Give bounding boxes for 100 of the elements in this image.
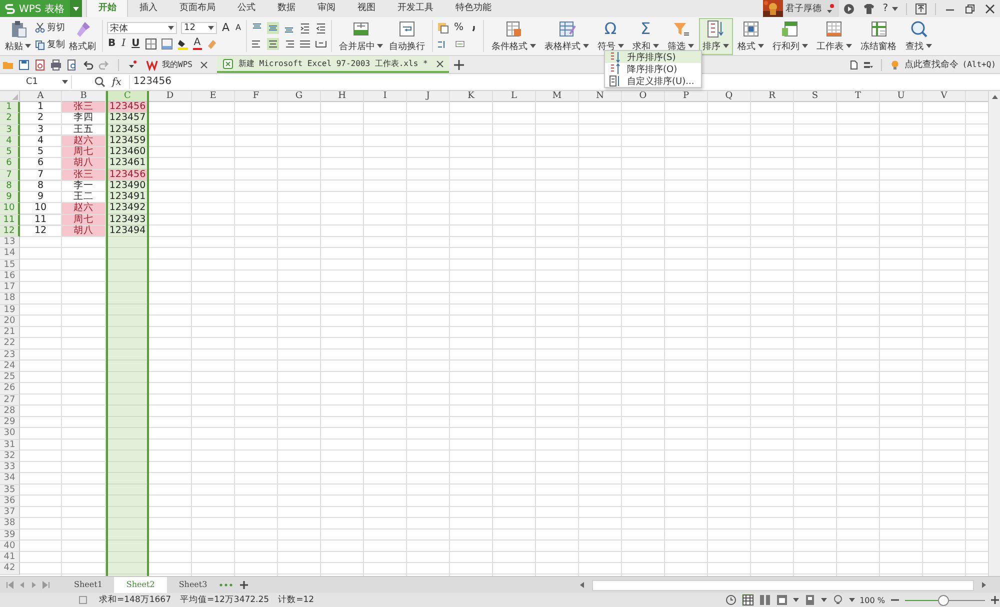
row-header[interactable]: 15: [0, 260, 20, 271]
ribbon-button[interactable]: 工作表: [812, 18, 856, 54]
column-header[interactable]: J: [407, 91, 449, 102]
vertical-scrollbar[interactable]: [988, 91, 1000, 576]
menu-tab[interactable]: 公式: [226, 0, 266, 17]
menu-tab[interactable]: 开发工具: [386, 0, 444, 17]
column-header[interactable]: D: [149, 91, 191, 102]
zoom-icon[interactable]: [94, 76, 106, 88]
paste-button[interactable]: 粘贴: [3, 18, 33, 54]
row-header[interactable]: 19: [0, 304, 20, 316]
menu-item[interactable]: 自定义排序(U)...: [605, 75, 701, 87]
row-header[interactable]: 29: [0, 417, 20, 428]
new-tab-icon[interactable]: [452, 58, 465, 70]
align-icon[interactable]: [267, 38, 280, 50]
row-header[interactable]: 1: [0, 102, 20, 114]
row-header[interactable]: 8: [0, 180, 20, 192]
font-name-select[interactable]: 宋体: [107, 22, 177, 34]
name-box[interactable]: C1: [0, 75, 72, 89]
align-icon[interactable]: [283, 38, 296, 50]
column-header[interactable]: U: [880, 91, 922, 102]
row-header[interactable]: 2: [0, 113, 20, 124]
page-break-icon[interactable]: [758, 594, 771, 606]
column-header[interactable]: V: [923, 91, 965, 102]
page-layout-icon[interactable]: [776, 594, 788, 606]
row-header[interactable]: 16: [0, 270, 20, 282]
row-header[interactable]: 35: [0, 484, 20, 496]
column-header[interactable]: H: [321, 91, 363, 102]
pin-top-icon[interactable]: [915, 2, 927, 14]
font-size-select[interactable]: 12: [181, 22, 217, 34]
menu-tab[interactable]: 数据: [266, 0, 306, 17]
row-header[interactable]: 31: [0, 440, 20, 451]
print-icon[interactable]: [50, 58, 62, 70]
justify-icon[interactable]: [299, 38, 312, 50]
row-header[interactable]: 3: [0, 124, 20, 136]
undo-icon[interactable]: [82, 58, 94, 70]
column-header[interactable]: R: [751, 91, 793, 102]
zoom-slider[interactable]: [905, 594, 985, 606]
decrease-font-button[interactable]: A: [234, 22, 242, 34]
row-header[interactable]: 21: [0, 327, 20, 338]
increase-font-button[interactable]: A: [221, 22, 231, 34]
sheet-tab[interactable]: Sheet2: [114, 577, 167, 593]
row-header[interactable]: 4: [0, 136, 20, 147]
align-icon[interactable]: [267, 22, 280, 34]
cell-fill-icon[interactable]: [160, 38, 173, 50]
document-icon[interactable]: [849, 60, 860, 70]
column-header[interactable]: P: [665, 91, 707, 102]
cut-button[interactable]: 剪切: [35, 21, 65, 34]
row-header[interactable]: 38: [0, 518, 20, 530]
document-tab[interactable]: 新建 Microsoft Excel 97-2003 工作表.xls *: [217, 56, 449, 73]
ribbon-button[interactable]: 查找: [902, 18, 936, 54]
row-header[interactable]: 27: [0, 394, 20, 406]
calculator-icon[interactable]: [453, 40, 468, 48]
add-sheet-icon[interactable]: [239, 580, 250, 590]
column-header[interactable]: K: [450, 91, 492, 102]
row-header[interactable]: 26: [0, 383, 20, 394]
menu-tab[interactable]: 特色功能: [444, 0, 502, 17]
row-header[interactable]: 37: [0, 507, 20, 518]
menu-tab[interactable]: 开始: [86, 0, 128, 17]
column-header[interactable]: O: [622, 91, 664, 102]
wrap-text-button[interactable]: 自动换行: [386, 18, 428, 54]
horizontal-scrollbar[interactable]: [592, 580, 974, 590]
close-icon[interactable]: [200, 60, 208, 68]
function-button[interactable]: fx: [112, 76, 122, 88]
close-icon[interactable]: [436, 60, 444, 68]
row-header[interactable]: 18: [0, 293, 20, 304]
help-button[interactable]: ?: [882, 3, 888, 14]
distribute-icon[interactable]: [315, 38, 328, 50]
row-header[interactable]: 23: [0, 350, 20, 361]
app-menu-button[interactable]: [70, 0, 82, 17]
column-header[interactable]: A: [20, 91, 61, 102]
document-tab[interactable]: 我的WPS: [141, 56, 214, 73]
menu-item[interactable]: 降序排序(O): [605, 63, 701, 75]
column-header[interactable]: Q: [708, 91, 750, 102]
merge-center-button[interactable]: 合并居中: [336, 18, 386, 54]
restore-icon[interactable]: [964, 2, 976, 14]
row-header[interactable]: 22: [0, 338, 20, 350]
row-header[interactable]: 13: [0, 237, 20, 248]
normal-view-icon[interactable]: [742, 594, 754, 606]
copy-button[interactable]: 复制: [35, 38, 65, 51]
scroll-right-icon[interactable]: [980, 581, 988, 589]
row-header[interactable]: 36: [0, 496, 20, 507]
borders-icon[interactable]: [144, 38, 157, 50]
column-header[interactable]: F: [235, 91, 277, 102]
format-painter-button[interactable]: 格式刷: [67, 18, 98, 54]
pdf-icon[interactable]: [34, 58, 46, 70]
column-header[interactable]: B: [62, 91, 105, 102]
row-header[interactable]: 34: [0, 473, 20, 484]
command-search-link[interactable]: 点此查找命令: [904, 58, 958, 71]
underline-button[interactable]: U: [130, 38, 141, 50]
row-header[interactable]: 25: [0, 372, 20, 384]
column-header[interactable]: G: [278, 91, 320, 102]
ribbon-button[interactable]: 冻结窗格: [856, 18, 901, 54]
row-header[interactable]: 17: [0, 282, 20, 294]
menu-tab[interactable]: 视图: [346, 0, 386, 17]
row-header[interactable]: 10: [0, 203, 20, 214]
column-header[interactable]: N: [579, 91, 621, 102]
indent-icon[interactable]: [299, 22, 312, 34]
column-header[interactable]: S: [794, 91, 836, 102]
row-header[interactable]: 14: [0, 248, 20, 260]
row-header[interactable]: 9: [0, 192, 20, 204]
